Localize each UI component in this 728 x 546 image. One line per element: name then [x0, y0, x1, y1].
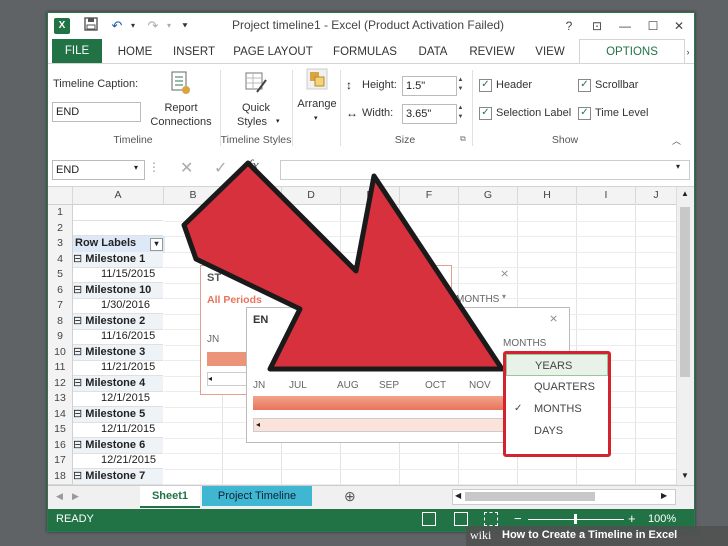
page-break-view-icon[interactable] [484, 512, 498, 526]
dropdown-item-months[interactable]: ✓ MONTHS [506, 398, 608, 420]
add-sheet-icon[interactable]: ⊕ [344, 488, 356, 505]
sheet-tabs-bar: ◀ ▶ Sheet1 Project Timeline ⊕ ⋮ ◀ ▶ [48, 485, 694, 510]
dropdown-item-label: QUARTERS [534, 381, 595, 393]
status-ready: READY [56, 513, 94, 525]
normal-view-icon[interactable] [422, 512, 436, 526]
watermark-bar: wiki How to Create a Timeline in Excel [466, 526, 728, 546]
watermark-text: How to Create a Timeline in Excel [502, 529, 678, 541]
scroll-left-icon[interactable]: ◀ [455, 491, 461, 500]
time-level-dropdown[interactable]: YEARS QUARTERS ✓ MONTHS DAYS [503, 351, 611, 457]
tab-project-timeline[interactable]: Project Timeline [202, 486, 312, 506]
zoom-slider-thumb[interactable] [574, 514, 577, 524]
dropdown-item-label: YEARS [535, 360, 573, 372]
horizontal-scrollbar[interactable]: ◀ ▶ [452, 489, 676, 505]
scroll-thumb[interactable] [465, 492, 595, 501]
dropdown-item-quarters[interactable]: QUARTERS [506, 376, 608, 398]
dropdown-item-label: MONTHS [534, 403, 582, 415]
scroll-right-icon[interactable]: ▶ [661, 491, 667, 500]
page-layout-view-icon[interactable] [454, 512, 468, 526]
wiki-logo: wiki [470, 528, 492, 542]
checkmark-icon: ✓ [514, 403, 523, 414]
zoom-out-icon[interactable]: − [514, 511, 522, 526]
zoom-in-icon[interactable]: + [628, 511, 636, 526]
dropdown-item-label: DAYS [534, 425, 564, 437]
tab-scroll-left-icon[interactable]: ◀ [56, 491, 63, 502]
excel-window: X ↶ ▾ ↷ ▾ ⯆ Project timeline1 - Excel (P… [47, 12, 695, 532]
dropdown-item-days[interactable]: DAYS [506, 420, 608, 442]
zoom-level[interactable]: 100% [648, 513, 676, 525]
tab-sheet1[interactable]: Sheet1 [140, 486, 200, 508]
tab-scroll-right-icon[interactable]: ▶ [72, 491, 79, 502]
dropdown-item-years[interactable]: YEARS [506, 354, 608, 376]
